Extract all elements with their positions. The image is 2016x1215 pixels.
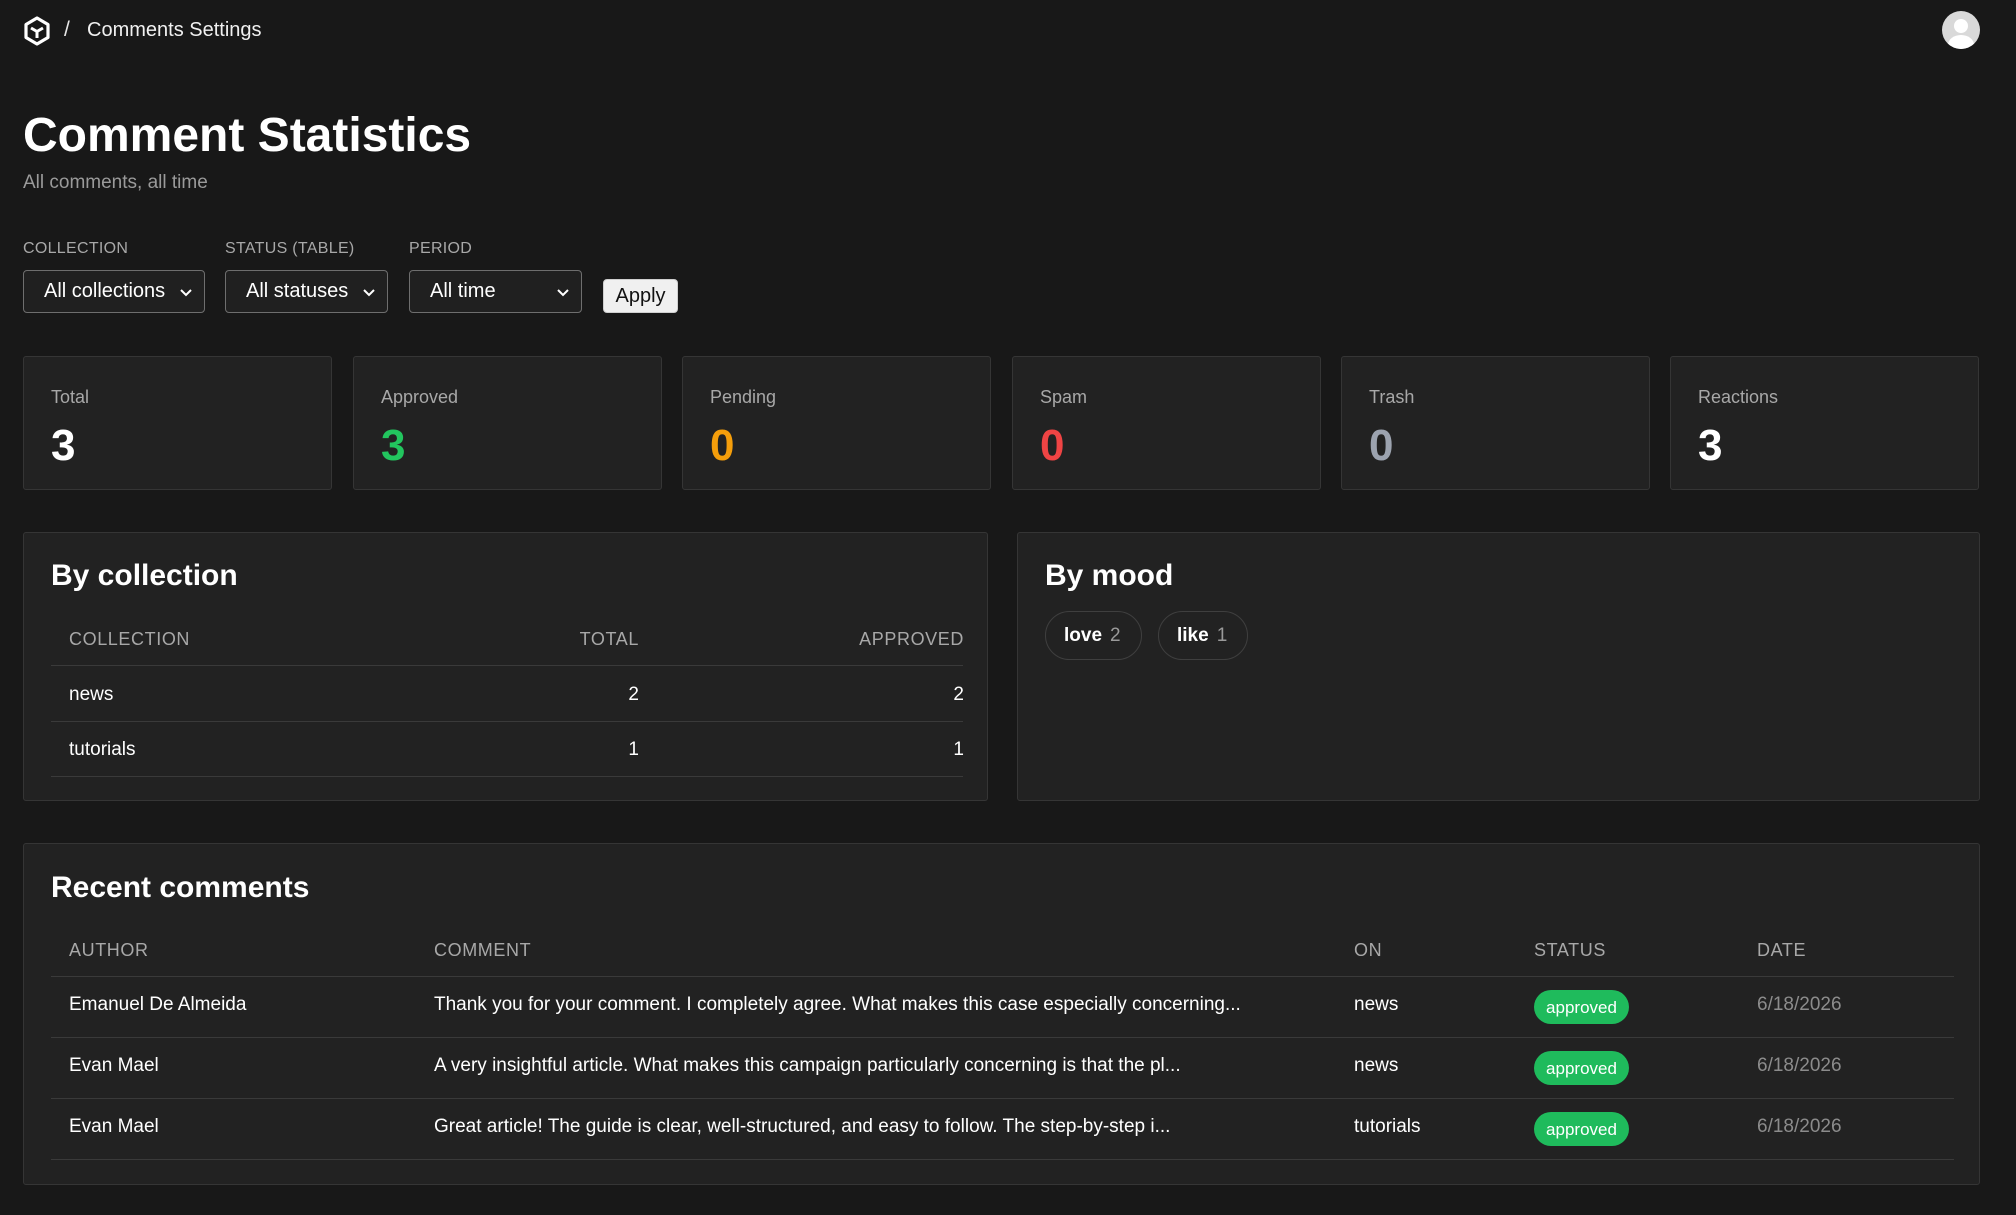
table-divider <box>51 776 963 777</box>
status-filter-label: STATUS (TABLE) <box>225 240 355 257</box>
stat-label: Total <box>51 387 90 407</box>
stat-label: Pending <box>710 387 777 407</box>
by-collection-panel: By collection COLLECTION TOTAL APPROVED … <box>23 532 988 801</box>
table-cell-total: 2 <box>628 684 639 705</box>
table-cell-approved: 1 <box>953 739 964 760</box>
mood-chip-like[interactable]: like 1 <box>1158 611 1248 660</box>
stat-card-total: Total 3 <box>23 356 332 490</box>
page-subtitle: All comments, all time <box>23 172 208 193</box>
stat-card-approved: Approved 3 <box>353 356 662 490</box>
breadcrumb-current[interactable]: Comments Settings <box>87 19 262 42</box>
comment-date: 6/18/2026 <box>1757 1055 1842 1076</box>
table-cell-collection: news <box>69 684 114 705</box>
mood-chip-name: love <box>1064 625 1103 646</box>
stat-label: Spam <box>1040 387 1088 407</box>
column-header-collection: COLLECTION <box>69 629 191 649</box>
stat-card-spam: Spam 0 <box>1012 356 1321 490</box>
by-collection-title: By collection <box>51 559 238 592</box>
table-cell-total: 1 <box>628 739 639 760</box>
avatar-head <box>1954 19 1968 33</box>
comment-excerpt[interactable]: Great article! The guide is clear, well-… <box>434 1116 1170 1138</box>
column-header-status: STATUS <box>1534 940 1606 960</box>
by-mood-panel: By mood love 2 like 1 <box>1017 532 1980 801</box>
stat-card-trash: Trash 0 <box>1341 356 1650 490</box>
comment-author: Evan Mael <box>69 1055 159 1076</box>
mood-chip-love[interactable]: love 2 <box>1045 611 1142 660</box>
stat-label: Approved <box>381 387 459 407</box>
chevron-down-icon <box>555 283 571 299</box>
collection-select[interactable]: All collections <box>23 270 205 313</box>
mood-chip-count: 2 <box>1110 625 1121 646</box>
status-select[interactable]: All statuses <box>225 270 388 313</box>
hexagon-logo-icon[interactable] <box>23 16 51 46</box>
user-avatar-icon[interactable] <box>1942 11 1980 49</box>
recent-comments-panel: Recent comments AUTHOR COMMENT ON STATUS… <box>23 843 1980 1185</box>
comment-collection: tutorials <box>1354 1116 1421 1137</box>
table-divider <box>51 1159 1954 1160</box>
table-divider <box>51 1098 1954 1099</box>
table-divider <box>51 1037 1954 1038</box>
stat-card-pending: Pending 0 <box>682 356 991 490</box>
apply-button[interactable]: Apply <box>603 279 678 313</box>
column-header-date: DATE <box>1757 940 1807 960</box>
page-title: Comment Statistics <box>23 109 472 162</box>
status-select-value: All statuses <box>246 280 349 302</box>
stat-value: 0 <box>1369 421 1394 470</box>
period-select-value: All time <box>430 280 496 302</box>
stat-value: 0 <box>1040 421 1065 470</box>
stat-value: 3 <box>381 421 406 470</box>
chevron-down-icon <box>361 283 377 299</box>
collection-filter-label: COLLECTION <box>23 240 129 257</box>
table-divider <box>51 976 1954 977</box>
top-bar: / Comments Settings <box>0 0 2016 62</box>
mood-chip-name: like <box>1177 625 1209 646</box>
mood-chip-count: 1 <box>1216 625 1228 646</box>
period-select[interactable]: All time <box>409 270 582 313</box>
stat-card-reactions: Reactions 3 <box>1670 356 1979 490</box>
status-badge: approved <box>1534 1112 1629 1146</box>
recent-comments-title: Recent comments <box>51 871 310 904</box>
breadcrumb-separator: / <box>64 18 70 41</box>
comment-author: Evan Mael <box>69 1116 159 1137</box>
chevron-down-icon <box>178 283 194 299</box>
comment-date: 6/18/2026 <box>1757 1116 1842 1137</box>
table-cell-approved: 2 <box>953 684 964 705</box>
column-header-on: ON <box>1354 940 1383 960</box>
column-header-approved: APPROVED <box>859 629 964 649</box>
table-divider <box>51 721 963 722</box>
stat-value: 3 <box>1698 421 1723 470</box>
status-badge: approved <box>1534 1051 1629 1085</box>
comment-collection: news <box>1354 994 1399 1015</box>
column-header-comment: COMMENT <box>434 940 532 960</box>
collection-select-value: All collections <box>44 280 166 302</box>
stat-label: Trash <box>1369 387 1415 407</box>
comment-excerpt[interactable]: A very insightful article. What makes th… <box>434 1055 1181 1077</box>
comment-collection: news <box>1354 1055 1399 1076</box>
comment-excerpt[interactable]: Thank you for your comment. I completely… <box>434 994 1241 1016</box>
stat-value: 3 <box>51 421 76 470</box>
column-header-author: AUTHOR <box>69 940 149 960</box>
table-divider <box>51 665 963 666</box>
period-filter-label: PERIOD <box>409 240 473 257</box>
status-badge: approved <box>1534 990 1629 1024</box>
table-cell-collection: tutorials <box>69 739 136 760</box>
stat-label: Reactions <box>1698 387 1779 407</box>
comment-date: 6/18/2026 <box>1757 994 1842 1015</box>
stat-value: 0 <box>710 421 735 470</box>
by-mood-title: By mood <box>1045 559 1174 592</box>
comment-author: Emanuel De Almeida <box>69 994 247 1015</box>
avatar-body <box>1948 35 1974 49</box>
column-header-total: TOTAL <box>579 629 639 649</box>
